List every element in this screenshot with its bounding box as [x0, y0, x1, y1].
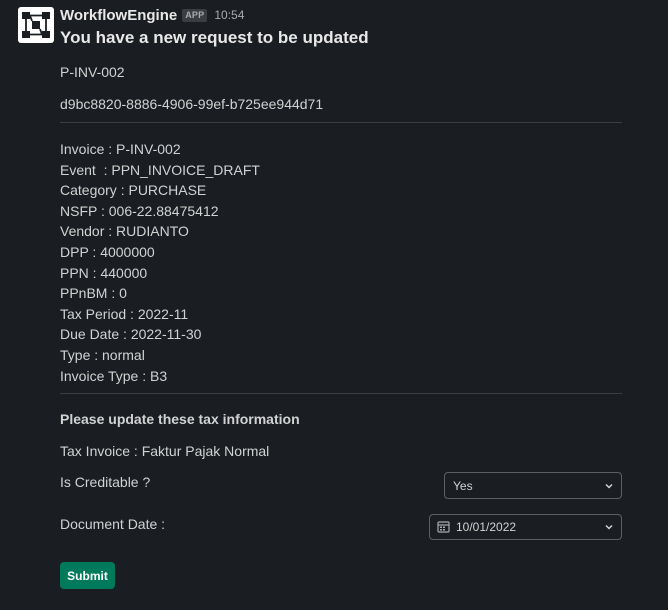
chevron-down-icon [605, 524, 613, 530]
divider-top [60, 122, 622, 123]
detail-event: Event : PPN_INVOICE_DRAFT [60, 161, 260, 178]
message-timestamp[interactable]: 10:54 [214, 8, 244, 22]
is-creditable-value: Yes [453, 479, 473, 493]
is-creditable-label: Is Creditable ? [60, 474, 151, 490]
detail-due-date: Due Date : 2022-11-30 [60, 326, 202, 343]
detail-invoice-type: Invoice Type : B3 [60, 367, 168, 384]
detail-vendor: Vendor : RUDIANTO [60, 223, 189, 240]
detail-category: Category : PURCHASE [60, 182, 207, 199]
message-title: You have a new request to be updated [60, 28, 369, 47]
document-date-label: Document Date : [60, 516, 166, 532]
form-heading: Please update these tax information [60, 411, 300, 427]
detail-ppnbm: PPnBM : 0 [60, 285, 127, 302]
app-name[interactable]: WorkflowEngine [60, 7, 177, 24]
calendar-icon [437, 521, 450, 533]
request-id: d9bc8820-8886-4906-99ef-b725ee944d71 [60, 96, 324, 112]
message-header: WorkflowEngine APP 10:54 [60, 6, 244, 24]
detail-ppn: PPN : 440000 [60, 264, 148, 281]
document-date-picker[interactable]: 10/01/2022 [429, 514, 622, 540]
detail-nsfp: NSFP : 006-22.88475412 [60, 202, 219, 219]
request-reference: P-INV-002 [60, 64, 125, 80]
detail-dpp: DPP : 4000000 [60, 243, 155, 260]
chevron-down-icon [605, 483, 613, 489]
invoice-details: Invoice : P-INV-002 Event : PPN_INVOICE_… [60, 139, 260, 386]
detail-tax-period: Tax Period : 2022-11 [60, 305, 189, 322]
detail-type: Type : normal [60, 346, 145, 363]
app-badge: APP [182, 8, 208, 22]
document-date-value: 10/01/2022 [456, 520, 517, 534]
workflow-diagram-icon[interactable] [18, 7, 54, 43]
detail-invoice: Invoice : P-INV-002 [60, 141, 181, 157]
divider-bottom [60, 393, 622, 394]
tax-invoice-text: Tax Invoice : Faktur Pajak Normal [60, 443, 270, 459]
is-creditable-select[interactable]: Yes [444, 472, 622, 499]
submit-button[interactable]: Submit [60, 562, 115, 589]
